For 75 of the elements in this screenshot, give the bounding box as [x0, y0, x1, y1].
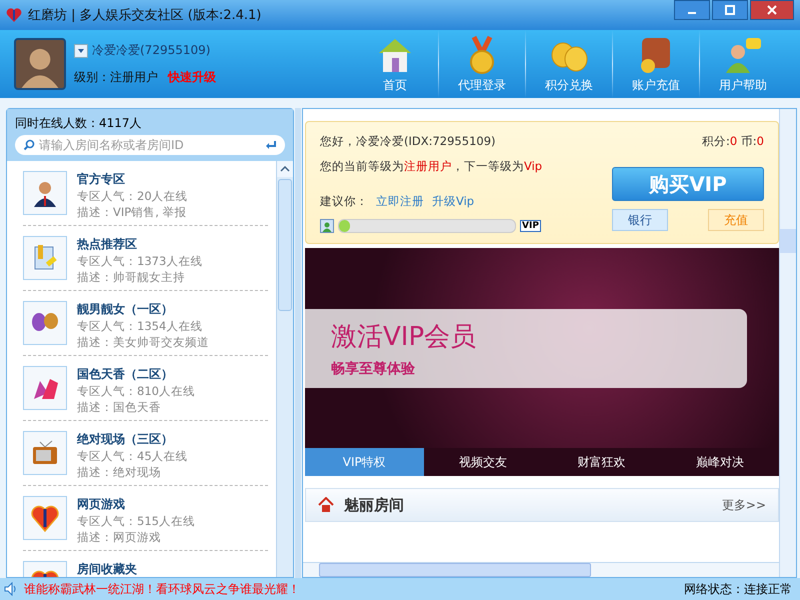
banner-tab[interactable]: 视频交友: [424, 448, 542, 476]
user-speech-bubble-icon: [723, 35, 763, 75]
room-item[interactable]: 靓男靓女（一区） 专区人气：1354人在线 描述：美女帅哥交友频道: [23, 291, 268, 356]
minimize-button[interactable]: [674, 0, 710, 20]
room-item[interactable]: 绝对现场（三区） 专区人气：45人在线 描述：绝对现场: [23, 421, 268, 486]
speaker-icon: [4, 582, 18, 596]
room-description: 描述：VIP销售, 举报: [77, 205, 188, 220]
close-icon: [767, 5, 777, 15]
level-text: 您的当前等级为注册用户，下一等级为Vip: [320, 159, 544, 174]
room-name: 官方专区: [77, 171, 126, 188]
enter-icon: [265, 139, 277, 151]
heart-logo-icon: [6, 7, 22, 23]
room-popularity: 专区人气：1354人在线: [77, 319, 204, 334]
greeting-text: 您好，冷爱冷爱(IDX:72955109): [320, 134, 497, 149]
banner-tab[interactable]: VIP特权: [305, 448, 424, 476]
room-popularity: 专区人气：1373人在线: [77, 254, 202, 269]
user-icon: [320, 219, 334, 233]
close-button[interactable]: [750, 0, 794, 20]
maximize-icon: [725, 5, 735, 15]
upgrade-link[interactable]: 立即注册: [376, 194, 424, 209]
vertical-scrollbar[interactable]: [779, 109, 796, 577]
room-item[interactable]: 热点推荐区 专区人气：1373人在线 描述：帅哥靓女主持: [23, 226, 268, 291]
search-icon: [23, 139, 35, 151]
toolbar-button[interactable]: 用户帮助: [700, 30, 786, 98]
splitter-handle[interactable]: [295, 108, 301, 578]
room-name: 房间收藏夹: [77, 561, 137, 577]
network-status: 网络状态：连接正常: [684, 580, 792, 598]
vip-badge: VIP: [520, 220, 541, 232]
banner-subtitle: 畅享至尊体验: [331, 360, 416, 378]
room-name: 绝对现场（三区）: [77, 431, 174, 448]
avatar-placeholder[interactable]: [14, 38, 66, 90]
marquee-text: 谁能称霸武林一统江湖！看环球风云之争谁最光耀！: [24, 580, 300, 598]
room-popularity: 专区人气：515人在线: [77, 514, 195, 529]
room-name: 热点推荐区: [77, 236, 138, 253]
house-icon: [318, 497, 334, 513]
toolbar-button[interactable]: 账户充值: [613, 30, 699, 98]
upgrade-link[interactable]: 升级Vip: [432, 194, 474, 209]
toolbar-button[interactable]: 代理登录: [439, 30, 525, 98]
window-title: 红磨坊 | 多人娱乐交友社区 (版本:2.4.1): [28, 7, 262, 24]
dropdown-button[interactable]: [74, 44, 88, 58]
search-field[interactable]: 请输入房间名称或者房间ID: [15, 135, 285, 155]
points-text: 积分:0 币:0: [702, 134, 764, 149]
more-link[interactable]: 更多>>: [722, 496, 766, 514]
room-description: 描述：美女帅哥交友频道: [77, 335, 209, 350]
vertical-scrollbar[interactable]: [276, 161, 293, 577]
room-popularity: 专区人气：810人在线: [77, 384, 195, 399]
suggest-label: 建议你：: [320, 194, 368, 209]
horizontal-scrollbar[interactable]: [303, 562, 779, 577]
banner-title: 激活VIP会员: [331, 320, 478, 354]
online-count: 同时在线人数：4117人: [15, 115, 143, 132]
scroll-up-icon: [280, 166, 290, 172]
bank-button[interactable]: 银行: [612, 209, 668, 231]
room-name: 国色天香（二区）: [77, 366, 174, 383]
room-description: 描述：国色天香: [77, 400, 162, 415]
toolbar-button[interactable]: 积分兑换: [526, 30, 612, 98]
room-name: 靓男靓女（一区）: [77, 301, 174, 318]
room-item[interactable]: 官方专区 专区人气：20人在线 描述：VIP销售, 举报: [23, 161, 268, 226]
room-popularity: 专区人气：45人在线: [77, 449, 188, 464]
banner-tab[interactable]: 巅峰对决: [660, 448, 779, 476]
maximize-button[interactable]: [712, 0, 748, 20]
room-name: 网页游戏: [77, 496, 126, 513]
section-title: 魅丽房间: [344, 496, 404, 514]
heart-icon: [30, 503, 60, 533]
room-popularity: 专区人气：20人在线: [77, 189, 188, 204]
room-description: 描述：绝对现场: [77, 465, 162, 480]
toolbar-button[interactable]: 首页: [352, 30, 438, 98]
caret-icon: [77, 46, 85, 54]
user-level: 级别：注册用户: [74, 69, 158, 86]
user-name: 冷爱冷爱(72955109): [92, 42, 210, 59]
room-description: 描述：网页游戏: [77, 530, 162, 545]
room-item[interactable]: 国色天香（二区） 专区人气：810人在线 描述：国色天香: [23, 356, 268, 421]
room-description: 描述：帅哥靓女主持: [77, 270, 186, 285]
minimize-icon: [688, 12, 696, 14]
room-item[interactable]: 网页游戏 专区人气：515人在线 描述：网页游戏: [23, 486, 268, 551]
banner-tab[interactable]: 财富狂欢: [542, 448, 660, 476]
